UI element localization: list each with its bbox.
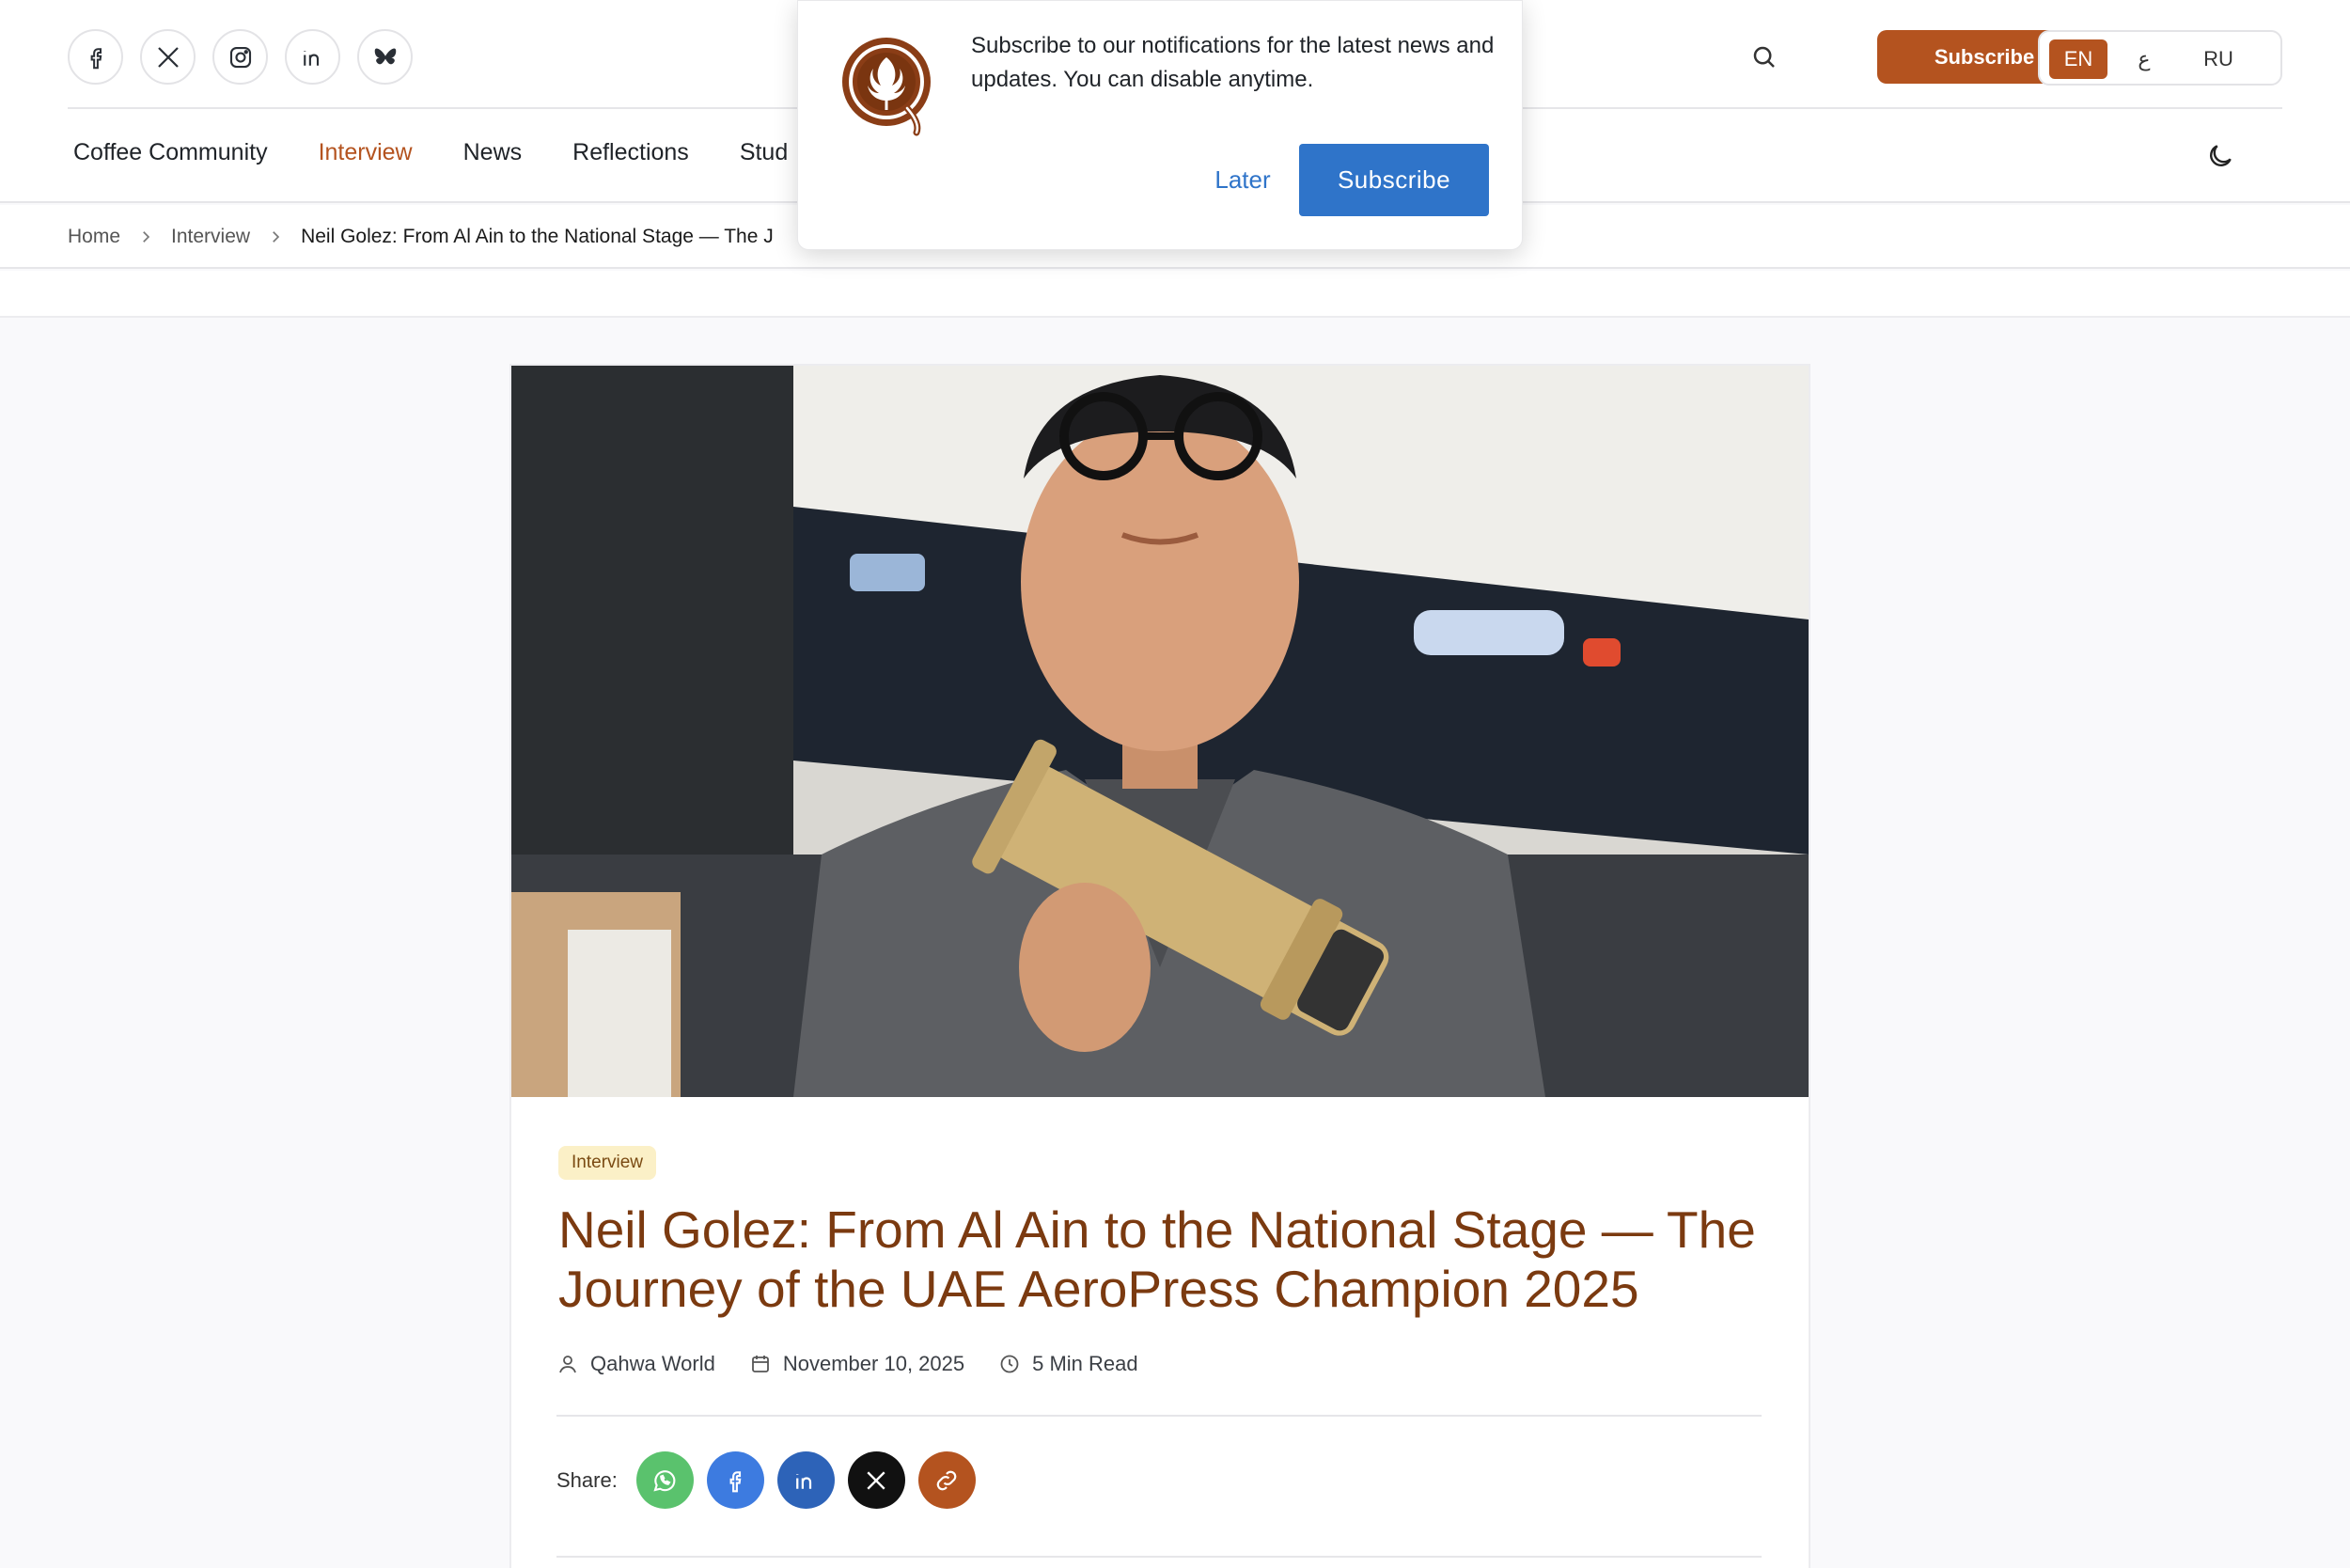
search-icon[interactable]: [1750, 43, 1778, 71]
chevron-right-icon: [273, 231, 280, 243]
facebook-icon: [90, 47, 102, 69]
share-facebook-button[interactable]: [706, 1451, 764, 1509]
lang-ru[interactable]: RU: [2181, 39, 2256, 79]
dark-mode-toggle-icon[interactable]: [2205, 141, 2235, 171]
linkedin-icon: [303, 50, 319, 66]
nav-reflections[interactable]: Reflections: [572, 139, 689, 166]
bluesky-icon: [374, 48, 396, 64]
linkedin-icon: [796, 1473, 812, 1489]
facebook-icon: [729, 1470, 742, 1492]
main-nav: Coffee Community Interview News Reflecti…: [73, 139, 788, 166]
share-divider: [556, 1556, 1762, 1558]
lang-ar[interactable]: ع: [2121, 39, 2168, 79]
clock-icon: [1000, 1355, 1019, 1373]
x-icon: [867, 1470, 885, 1490]
share-x-button[interactable]: [847, 1451, 905, 1509]
later-button[interactable]: Later: [1176, 144, 1309, 215]
link-icon: [936, 1470, 957, 1490]
social-links: [68, 29, 413, 85]
share-linkedin-button[interactable]: [776, 1451, 835, 1509]
nav-news[interactable]: News: [463, 139, 523, 166]
linkedin-link[interactable]: [285, 29, 340, 85]
bluesky-link[interactable]: [357, 29, 413, 85]
breadcrumb: Home Interview Neil Golez: From Al Ain t…: [68, 226, 774, 248]
language-switcher: EN ع RU: [2038, 30, 2282, 86]
popup-message: Subscribe to our notifications for the l…: [971, 33, 1495, 92]
author-name: Qahwa World: [590, 1352, 715, 1375]
instagram-icon: [229, 46, 251, 68]
hero-image: [511, 366, 1809, 1097]
article-card: Interview Neil Golez: From Al Ain to the…: [509, 364, 1810, 1568]
instagram-link[interactable]: [212, 29, 268, 85]
x-icon: [157, 46, 179, 68]
article-meta: Qahwa World November 10, 2025 5 Min Read: [556, 1352, 1138, 1376]
breadcrumb-home[interactable]: Home: [68, 226, 120, 248]
latte-art-logo-icon: [842, 38, 931, 136]
nav-interview[interactable]: Interview: [319, 139, 413, 166]
notification-popup: Subscribe to our notifications for the l…: [797, 0, 1523, 250]
breadcrumb-interview[interactable]: Interview: [171, 226, 250, 248]
publish-date: November 10, 2025: [782, 1352, 965, 1375]
share-label: Share:: [556, 1467, 618, 1492]
category-tag[interactable]: Interview: [558, 1146, 657, 1180]
popup-subscribe-button[interactable]: Subscribe: [1299, 144, 1489, 216]
article-title: Neil Golez: From Al Ain to the National …: [558, 1200, 1756, 1318]
lang-en[interactable]: EN: [2049, 39, 2107, 79]
whatsapp-icon: [653, 1469, 676, 1491]
share-bar: Share:: [556, 1451, 976, 1509]
user-icon: [559, 1356, 576, 1373]
x-link[interactable]: [140, 29, 196, 85]
share-whatsapp-button[interactable]: [635, 1451, 694, 1509]
chevron-right-icon: [143, 231, 150, 243]
meta-author[interactable]: Qahwa World: [556, 1352, 715, 1376]
breadcrumb-current: Neil Golez: From Al Ain to the National …: [301, 226, 774, 247]
facebook-link[interactable]: [68, 29, 123, 85]
nav-studies[interactable]: Stud: [740, 139, 788, 166]
calendar-icon: [751, 1356, 769, 1372]
copy-link-button[interactable]: [917, 1451, 976, 1509]
spacer-band: [0, 271, 2350, 318]
meta-divider: [556, 1415, 1762, 1417]
meta-date: November 10, 2025: [749, 1352, 964, 1376]
nav-coffee-community[interactable]: Coffee Community: [73, 139, 268, 166]
read-time: 5 Min Read: [1032, 1352, 1138, 1375]
meta-read-time: 5 Min Read: [998, 1352, 1138, 1376]
